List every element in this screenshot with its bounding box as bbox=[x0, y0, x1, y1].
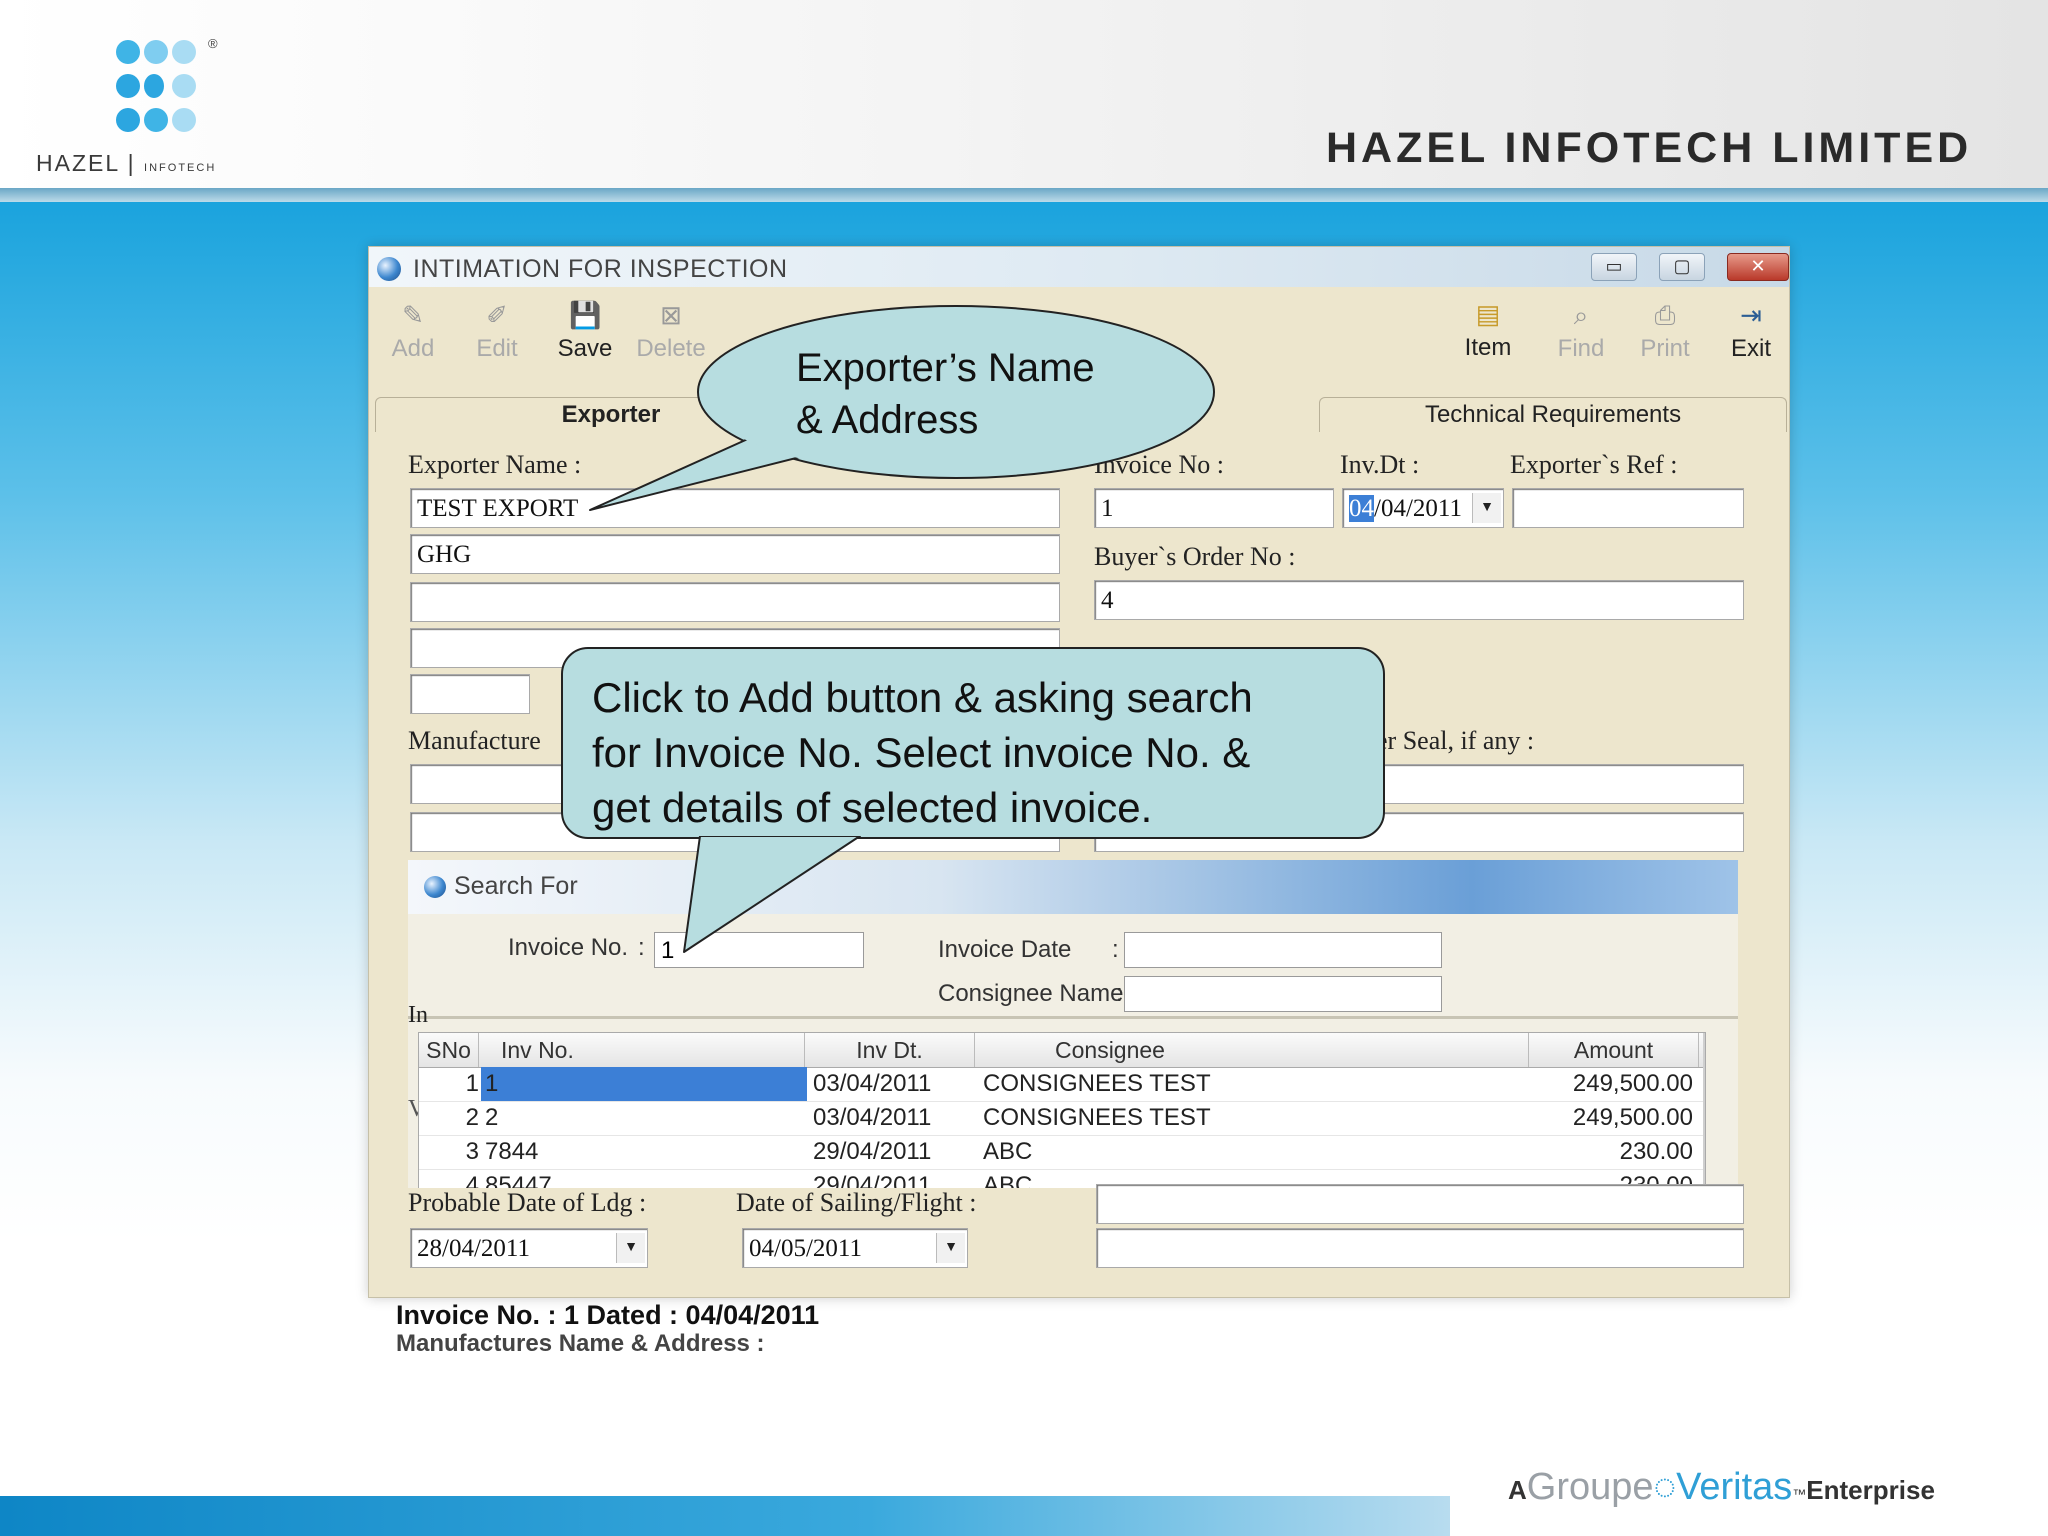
exit-button[interactable]: ⇥ Exit bbox=[1711, 291, 1791, 377]
footer-manufactures-line: Manufactures Name & Address : bbox=[396, 1330, 765, 1357]
print-icon: ⎙ bbox=[1654, 300, 1676, 330]
chevron-down-icon[interactable]: ▼ bbox=[936, 1233, 965, 1263]
print-button[interactable]: ⎙ Print bbox=[1625, 291, 1705, 377]
footer-band bbox=[0, 1496, 1450, 1536]
item-button[interactable]: ▤ Item bbox=[1448, 290, 1528, 376]
exporter-callout-text: Exporter’s Name & Address bbox=[796, 346, 1095, 442]
buyer-order-label: Buyer`s Order No : bbox=[1094, 542, 1296, 571]
find-button[interactable]: ⌕ Find bbox=[1541, 291, 1621, 377]
table-row[interactable]: 2 2 03/04/2011 CONSIGNEES TEST 249,500.0… bbox=[419, 1101, 1705, 1136]
company-logo: ® HAZEL | INFOTECH bbox=[36, 34, 296, 184]
probable-date-picker[interactable]: 28/04/2011 ▼ bbox=[410, 1228, 648, 1268]
item-icon: ▤ bbox=[1475, 299, 1501, 329]
grid-scrollbar[interactable] bbox=[1703, 1033, 1705, 1195]
inv-date-label: Inv.Dt : bbox=[1340, 450, 1420, 479]
manufacturer-line-1[interactable] bbox=[410, 764, 570, 804]
exit-icon: ⇥ bbox=[1740, 300, 1762, 330]
grid-header: SNo Inv No. Inv Dt. Consignee Amount bbox=[419, 1033, 1705, 1068]
footer-invoice-line: Invoice No. : 1 Dated : 04/04/2011 bbox=[396, 1300, 820, 1330]
veritas-logo-icon: ◌ bbox=[1653, 1466, 1677, 1508]
edit-icon: ✐ bbox=[486, 300, 508, 330]
groupe-veritas-brand: AGroupe◌Veritas™Enterprise bbox=[1508, 1466, 1935, 1508]
close-button[interactable]: ✕ bbox=[1727, 253, 1789, 281]
add-callout-text: Click to Add button & asking search for … bbox=[592, 674, 1253, 831]
col-amount[interactable]: Amount bbox=[1529, 1033, 1699, 1067]
col-sno[interactable]: SNo bbox=[419, 1033, 479, 1067]
company-name: HAZEL INFOTECH LIMITED bbox=[1326, 124, 1973, 172]
exporter-name-line-5[interactable] bbox=[410, 674, 530, 714]
logo-brand: HAZEL bbox=[36, 150, 120, 176]
remarks-field-1[interactable] bbox=[1096, 1184, 1744, 1224]
col-inv-dt[interactable]: Inv Dt. bbox=[805, 1033, 975, 1067]
exporter-name-label: Exporter Name : bbox=[408, 450, 582, 479]
inv-date-rest: /04/2011 bbox=[1374, 495, 1462, 522]
find-icon: ⌕ bbox=[1573, 300, 1589, 330]
add-icon: ✎ bbox=[402, 300, 424, 330]
remarks-field-2[interactable] bbox=[1096, 1228, 1744, 1268]
probable-date-label: Probable Date of Ldg : bbox=[408, 1188, 647, 1217]
table-row[interactable]: 3 7844 29/04/2011 ABC 230.00 bbox=[419, 1135, 1705, 1170]
restore-button[interactable]: ▢ bbox=[1659, 253, 1705, 281]
col-inv-no[interactable]: Inv No. bbox=[479, 1033, 805, 1067]
app-icon bbox=[377, 257, 401, 281]
exporter-ref-label: Exporter`s Ref : bbox=[1510, 450, 1678, 479]
chevron-down-icon[interactable]: ▼ bbox=[1472, 493, 1501, 523]
search-results-grid: SNo Inv No. Inv Dt. Consignee Amount 1 1… bbox=[418, 1032, 1706, 1196]
registered-mark: ® bbox=[208, 36, 218, 51]
window-title: INTIMATION FOR INSPECTION bbox=[413, 255, 788, 283]
exporter-ref-field[interactable] bbox=[1512, 488, 1744, 528]
exporter-name-line-3[interactable] bbox=[410, 582, 1060, 622]
add-button[interactable]: ✎ Add bbox=[373, 291, 453, 377]
sailing-date-picker[interactable]: 04/05/2011 ▼ bbox=[742, 1228, 968, 1268]
logo-sub: INFOTECH bbox=[144, 162, 217, 174]
inv-date-day: 04 bbox=[1349, 495, 1374, 522]
minimize-button[interactable]: ▭ bbox=[1591, 253, 1637, 281]
inv-date-picker[interactable]: 04/04/2011 ▼ bbox=[1342, 488, 1504, 528]
tab-technical-requirements[interactable]: Technical Requirements bbox=[1319, 397, 1787, 432]
search-consignee-label: Consignee Name bbox=[938, 980, 1124, 1007]
in-label: In bbox=[408, 1002, 428, 1028]
sailing-date-label: Date of Sailing/Flight : bbox=[736, 1188, 977, 1217]
seal-field-1[interactable] bbox=[1380, 764, 1744, 804]
manufacturer-label: Manufacture bbox=[408, 726, 541, 755]
col-consignee[interactable]: Consignee bbox=[975, 1033, 1529, 1067]
header-divider bbox=[0, 188, 2048, 202]
logo-text: HAZEL | INFOTECH bbox=[36, 150, 217, 176]
table-row[interactable]: 1 1 03/04/2011 CONSIGNEES TEST 249,500.0… bbox=[419, 1067, 1705, 1102]
buyer-order-field[interactable]: 4 bbox=[1094, 580, 1744, 620]
divider bbox=[408, 1016, 1738, 1019]
title-bar: INTIMATION FOR INSPECTION ▭ ▢ ✕ bbox=[369, 247, 1789, 287]
edit-button[interactable]: ✐ Edit bbox=[457, 291, 537, 377]
exporter-name-line-2[interactable]: GHG bbox=[410, 534, 1060, 574]
search-consignee-input[interactable] bbox=[1124, 976, 1442, 1012]
search-dialog-icon bbox=[424, 876, 446, 898]
seal-label: er Seal, if any : bbox=[1376, 726, 1535, 755]
chevron-down-icon[interactable]: ▼ bbox=[616, 1233, 645, 1263]
